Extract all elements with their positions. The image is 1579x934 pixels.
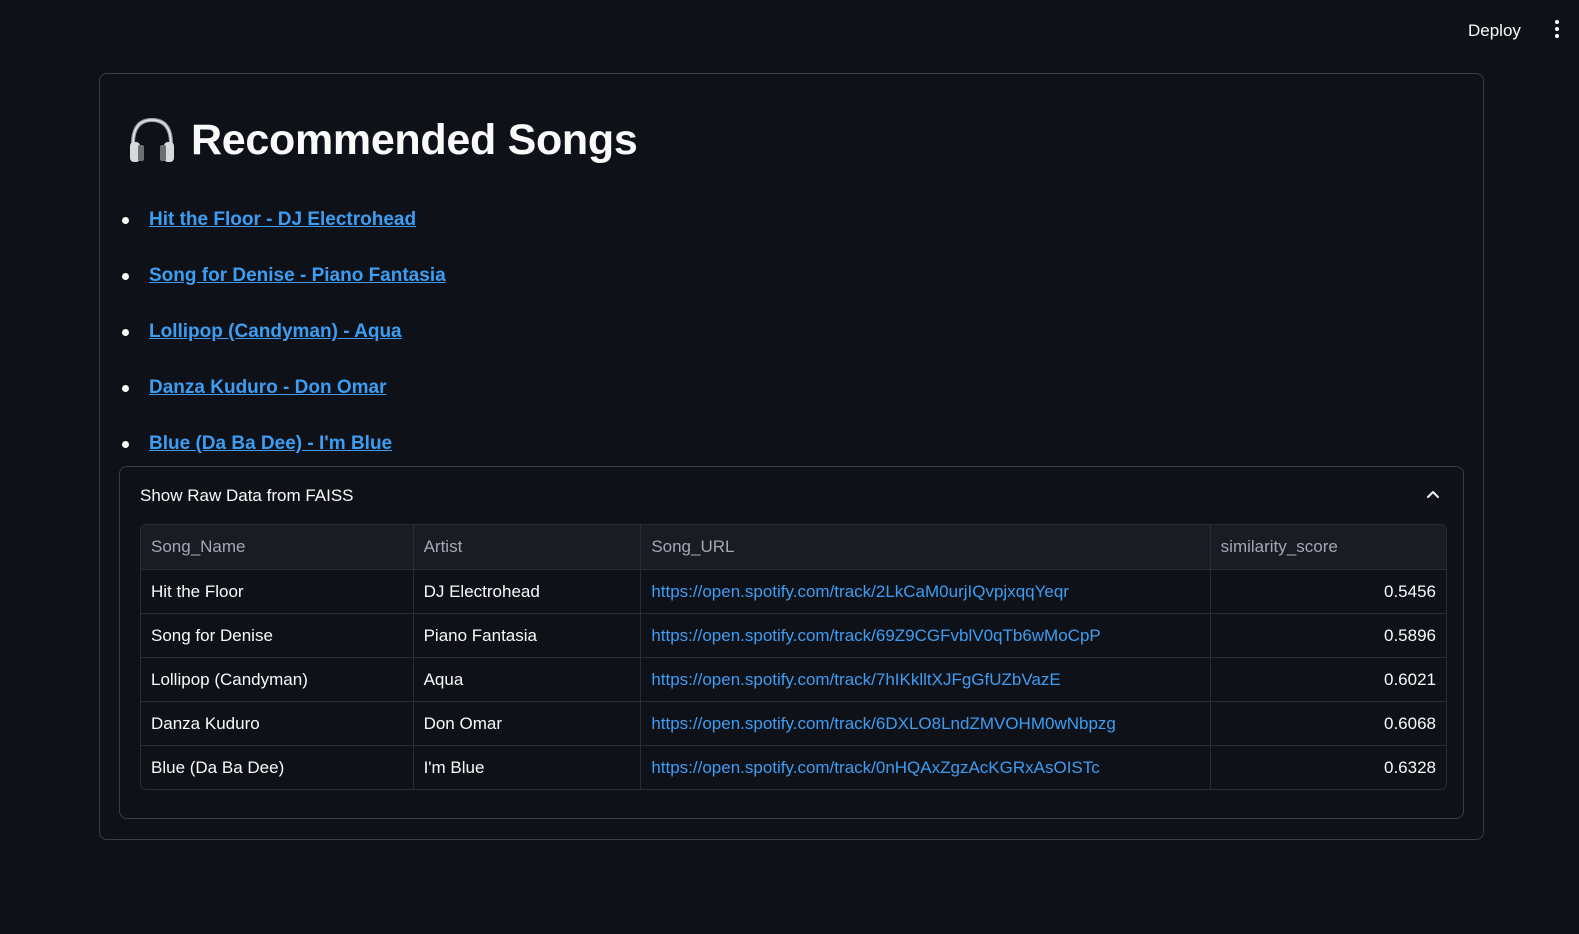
top-toolbar: Deploy: [0, 0, 1579, 60]
title-row: Recommended Songs: [127, 114, 638, 166]
page-title: Recommended Songs: [191, 115, 638, 164]
table-row: Hit the Floor DJ Electrohead https://ope…: [141, 569, 1446, 614]
recommendation-link[interactable]: Danza Kuduro - Don Omar: [149, 377, 387, 399]
bullet-icon: [122, 328, 129, 336]
bullet-icon: [122, 272, 129, 280]
column-header[interactable]: Song_Name: [141, 525, 414, 570]
list-item: Song for Denise - Piano Fantasia: [120, 248, 446, 304]
song-url-link[interactable]: https://open.spotify.com/track/7hIKklltX…: [651, 670, 1060, 689]
song-url-cell[interactable]: https://open.spotify.com/track/6DXLO8Lnd…: [640, 701, 1211, 746]
raw-data-expander: Show Raw Data from FAISS Song_Name Artis…: [119, 466, 1464, 819]
headphones-icon: [130, 117, 174, 162]
artist-cell[interactable]: DJ Electrohead: [413, 569, 642, 614]
list-item: Lollipop (Candyman) - Aqua: [120, 304, 446, 360]
song-url-cell[interactable]: https://open.spotify.com/track/2LkCaM0ur…: [640, 569, 1211, 614]
song-url-cell[interactable]: https://open.spotify.com/track/0nHQAxZgz…: [640, 745, 1211, 789]
similarity-score-cell[interactable]: 0.5896: [1210, 613, 1446, 658]
main-container: Recommended Songs Hit the Floor - DJ Ele…: [99, 73, 1484, 840]
bullet-icon: [122, 216, 129, 224]
table-header-row: Song_Name Artist Song_URL similarity_sco…: [141, 525, 1446, 570]
expander-header[interactable]: Show Raw Data from FAISS: [120, 467, 1463, 523]
song-name-cell[interactable]: Song for Denise: [141, 613, 414, 658]
chevron-up-icon[interactable]: [1425, 486, 1441, 502]
recommendation-list: Hit the Floor - DJ Electrohead Song for …: [120, 192, 446, 472]
song-url-cell[interactable]: https://open.spotify.com/track/7hIKklltX…: [640, 657, 1211, 702]
artist-cell[interactable]: I'm Blue: [413, 745, 642, 789]
data-table[interactable]: Song_Name Artist Song_URL similarity_sco…: [140, 524, 1447, 790]
song-name-cell[interactable]: Danza Kuduro: [141, 701, 414, 746]
song-url-link[interactable]: https://open.spotify.com/track/69Z9CGFvb…: [651, 626, 1100, 645]
song-url-link[interactable]: https://open.spotify.com/track/6DXLO8Lnd…: [651, 714, 1116, 733]
table-row: Danza Kuduro Don Omar https://open.spoti…: [141, 701, 1446, 746]
artist-cell[interactable]: Piano Fantasia: [413, 613, 642, 658]
list-item: Danza Kuduro - Don Omar: [120, 360, 446, 416]
song-name-cell[interactable]: Lollipop (Candyman): [141, 657, 414, 702]
song-url-cell[interactable]: https://open.spotify.com/track/69Z9CGFvb…: [640, 613, 1211, 658]
list-item: Hit the Floor - DJ Electrohead: [120, 192, 446, 248]
bullet-icon: [122, 440, 129, 448]
column-header[interactable]: Song_URL: [640, 525, 1211, 570]
similarity-score-cell[interactable]: 0.6328: [1210, 746, 1446, 790]
list-item: Blue (Da Ba Dee) - I'm Blue: [120, 416, 446, 472]
artist-cell[interactable]: Don Omar: [413, 701, 642, 746]
song-name-cell[interactable]: Hit the Floor: [141, 569, 414, 614]
recommendation-link[interactable]: Lollipop (Candyman) - Aqua: [149, 321, 402, 343]
similarity-score-cell[interactable]: 0.6068: [1210, 701, 1446, 746]
column-header[interactable]: similarity_score: [1210, 525, 1446, 570]
recommendation-link[interactable]: Hit the Floor - DJ Electrohead: [149, 209, 416, 231]
table-row: Song for Denise Piano Fantasia https://o…: [141, 613, 1446, 658]
song-url-link[interactable]: https://open.spotify.com/track/2LkCaM0ur…: [651, 582, 1069, 601]
column-header[interactable]: Artist: [413, 525, 642, 570]
similarity-score-cell[interactable]: 0.6021: [1210, 657, 1446, 702]
more-vertical-icon[interactable]: [1553, 20, 1561, 42]
expander-label: Show Raw Data from FAISS: [140, 486, 354, 505]
recommendation-link[interactable]: Song for Denise - Piano Fantasia: [149, 265, 446, 287]
bullet-icon: [122, 384, 129, 392]
artist-cell[interactable]: Aqua: [413, 657, 642, 702]
table-row: Blue (Da Ba Dee) I'm Blue https://open.s…: [141, 745, 1446, 790]
song-name-cell[interactable]: Blue (Da Ba Dee): [141, 745, 414, 789]
table-row: Lollipop (Candyman) Aqua https://open.sp…: [141, 657, 1446, 702]
similarity-score-cell[interactable]: 0.5456: [1210, 569, 1446, 614]
song-url-link[interactable]: https://open.spotify.com/track/0nHQAxZgz…: [651, 758, 1099, 777]
deploy-button[interactable]: Deploy: [1460, 17, 1529, 45]
recommendation-link[interactable]: Blue (Da Ba Dee) - I'm Blue: [149, 433, 392, 455]
